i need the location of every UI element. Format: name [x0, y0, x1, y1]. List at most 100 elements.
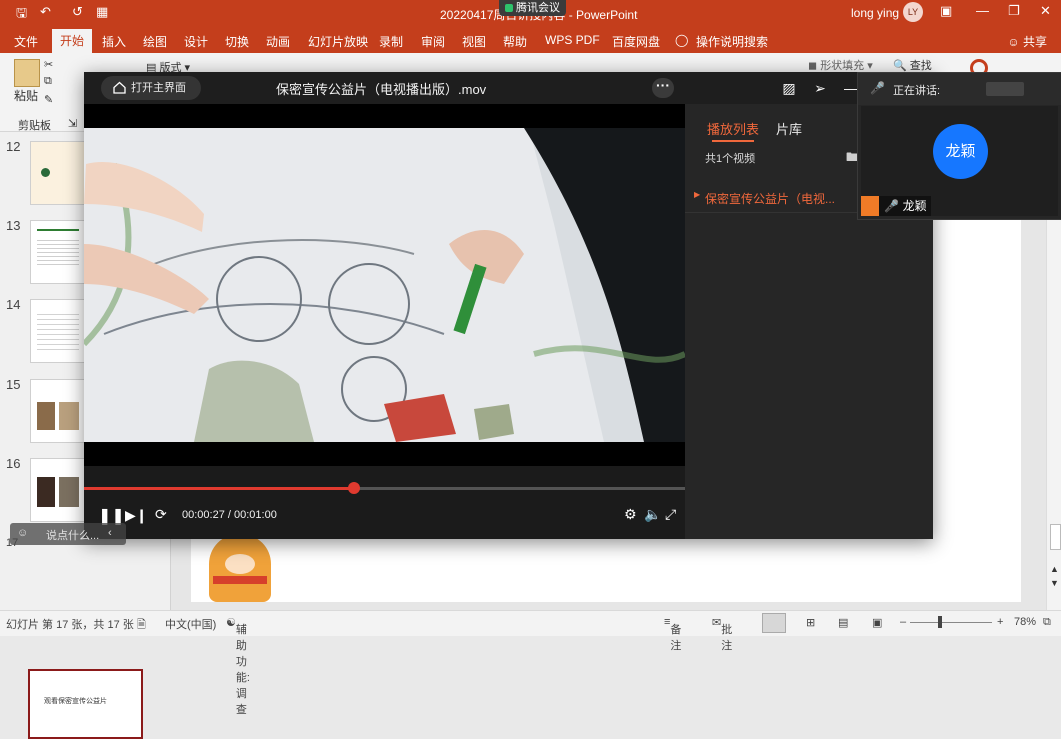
- share-button[interactable]: ☺ 共享: [1007, 33, 1047, 50]
- notes-button[interactable]: ≡ 备注: [664, 616, 681, 652]
- slideshow-view-icon[interactable]: ▣: [872, 616, 882, 629]
- video-content: [84, 104, 685, 466]
- redo-icon[interactable]: ↺: [72, 4, 83, 20]
- tab-view[interactable]: 视图: [462, 33, 486, 50]
- video-player-window: 打开主界面 保密宣传公益片（电视播出版）.mov ··· ▨ ➢ — ❚❚ ▶❙…: [84, 72, 933, 539]
- format-painter-icon[interactable]: ✎: [44, 93, 53, 106]
- ribbon-tabs: 文件 开始 插入 绘图 设计 切换 动画 幻灯片放映 录制 审阅 视图 帮助 W…: [0, 27, 1061, 53]
- cut-icon[interactable]: ✂: [44, 58, 53, 71]
- tab-review[interactable]: 审阅: [421, 33, 445, 50]
- pin-icon[interactable]: ➢: [810, 79, 830, 97]
- player-header: 打开主界面 保密宣传公益片（电视播出版）.mov ··· ▨ ➢ —: [84, 72, 933, 104]
- comments-button[interactable]: ✉ 批注: [712, 616, 732, 652]
- participant-avatar: 龙颖: [933, 124, 988, 179]
- slide-thumbnail-14[interactable]: [30, 299, 86, 363]
- tab-help[interactable]: 帮助: [503, 33, 527, 50]
- fit-slide-icon[interactable]: ⧉: [1043, 616, 1051, 629]
- slide-thumbnail-17[interactable]: 观看保密宣传公益片: [28, 669, 143, 739]
- slide-thumbnail-13[interactable]: [30, 220, 86, 284]
- minimize-icon[interactable]: —: [976, 3, 989, 18]
- speaker-preview: [986, 82, 1024, 96]
- tab-record[interactable]: 录制: [379, 33, 403, 50]
- video-title: 保密宣传公益片（电视播出版）.mov: [276, 82, 487, 97]
- scroll-thumb[interactable]: [1050, 524, 1061, 550]
- status-bar: 幻灯片 第 17 张，共 17 张 🗎 中文(中国) ☯ 辅助功能: 调查 ≡ …: [0, 610, 1061, 716]
- more-button[interactable]: ···: [652, 78, 674, 98]
- normal-view-icon[interactable]: [762, 613, 786, 633]
- progress-handle[interactable]: [348, 482, 361, 494]
- fullscreen-icon[interactable]: ⤢: [665, 506, 676, 523]
- mic-icon: 🎤: [884, 199, 900, 213]
- avatar[interactable]: LY: [903, 2, 923, 22]
- participant-nametag: 🎤 龙颖: [861, 196, 931, 216]
- replay-icon[interactable]: ⟳: [155, 506, 167, 523]
- video-frame[interactable]: [84, 104, 685, 466]
- slideshow-icon[interactable]: ▦: [96, 4, 108, 20]
- paste-icon[interactable]: [14, 59, 40, 87]
- lightbulb-icon: ◯: [675, 33, 689, 47]
- paste-button[interactable]: 粘贴: [14, 87, 38, 104]
- emoji-icon[interactable]: ☺: [17, 527, 28, 539]
- speaker-header: 🎤 正在讲话:: [858, 73, 1061, 105]
- ribbon-display-icon[interactable]: ▣: [940, 3, 952, 19]
- dialog-launcher-icon[interactable]: ⇲: [68, 117, 77, 130]
- tab-playlist[interactable]: 播放列表: [707, 119, 759, 142]
- zoom-level[interactable]: 78%: [1014, 616, 1036, 628]
- accessibility-status[interactable]: ☯ 辅助功能: 调查: [226, 616, 250, 716]
- tab-wps-pdf[interactable]: WPS PDF: [545, 33, 600, 47]
- tab-design[interactable]: 设计: [184, 33, 208, 50]
- participant-tile[interactable]: 龙颖 🎤 龙颖: [861, 106, 1058, 216]
- tab-animations[interactable]: 动画: [266, 33, 290, 50]
- slide-number: 14: [6, 297, 21, 312]
- slide-number: 13: [6, 218, 21, 233]
- shape-fill-button[interactable]: ◼ 形状填充 ▾: [808, 57, 873, 73]
- chat-input[interactable]: ☺ 说点什么... ‹: [10, 523, 126, 545]
- slide-number: 12: [6, 139, 21, 154]
- spelling-icon[interactable]: 🗎: [137, 616, 146, 635]
- next-icon[interactable]: ▶❙: [125, 507, 148, 524]
- zoom-in-icon[interactable]: +: [997, 616, 1003, 628]
- tab-file[interactable]: 文件: [14, 33, 38, 50]
- tab-slideshow[interactable]: 幻灯片放映: [308, 33, 368, 50]
- person-icon: [861, 196, 879, 216]
- open-home-button[interactable]: 打开主界面: [101, 76, 201, 100]
- slide-thumbnail-12[interactable]: [30, 141, 86, 205]
- player-controls: ❚❚ ▶❙ ⟳ 00:00:27 / 00:01:00 ⚙ 🔈 ⤢: [84, 466, 685, 539]
- title-bar: 🖫 ↶ ↺ ▦ 20220417周日讲授内容 - PowerPoint 腾讯会议…: [0, 0, 1061, 27]
- chat-placeholder: 说点什么...: [46, 530, 100, 542]
- undo-icon[interactable]: ↶: [40, 4, 51, 20]
- tell-me-search[interactable]: 操作说明搜索: [696, 33, 768, 50]
- zoom-slider[interactable]: [910, 622, 992, 623]
- settings-icon[interactable]: ⚙: [624, 506, 637, 523]
- prev-slide-icon[interactable]: ▲: [1050, 564, 1059, 574]
- tab-insert[interactable]: 插入: [102, 33, 126, 50]
- copy-icon[interactable]: ⧉: [44, 75, 52, 88]
- progress-bar[interactable]: [84, 482, 685, 494]
- close-icon[interactable]: ✕: [1040, 3, 1051, 19]
- tab-transitions[interactable]: 切换: [225, 33, 249, 50]
- find-button[interactable]: 🔍 查找: [893, 57, 932, 73]
- slide-counter: 幻灯片 第 17 张，共 17 张: [6, 619, 134, 631]
- tab-baidu[interactable]: 百度网盘: [612, 33, 660, 50]
- language-indicator[interactable]: 中文(中国): [165, 616, 216, 632]
- progress-fill: [84, 487, 355, 490]
- slide-thumbnail-16[interactable]: [30, 458, 86, 522]
- zoom-out-icon[interactable]: –: [900, 616, 906, 628]
- collapse-chat-icon[interactable]: ‹: [108, 527, 112, 539]
- slide-number: 15: [6, 377, 21, 392]
- maximize-icon[interactable]: ❐: [1008, 3, 1020, 19]
- slide-sorter-icon[interactable]: ⊞: [806, 616, 815, 629]
- volume-icon[interactable]: 🔈: [644, 506, 661, 523]
- tab-draw[interactable]: 绘图: [143, 33, 167, 50]
- next-slide-icon[interactable]: ▼: [1050, 578, 1059, 588]
- bear-illustration: [209, 534, 271, 602]
- mini-window-icon[interactable]: ▨: [779, 79, 799, 97]
- tab-home[interactable]: 开始: [52, 29, 93, 53]
- zoom-slider-thumb[interactable]: [938, 616, 942, 628]
- reading-view-icon[interactable]: ▤: [838, 616, 848, 629]
- tab-library[interactable]: 片库: [776, 119, 802, 138]
- playlist-count: 共1个视频: [705, 153, 756, 165]
- time-display: 00:00:27 / 00:01:00: [182, 509, 277, 521]
- save-icon[interactable]: 🖫: [16, 4, 27, 26]
- slide-thumbnail-15[interactable]: [30, 379, 86, 443]
